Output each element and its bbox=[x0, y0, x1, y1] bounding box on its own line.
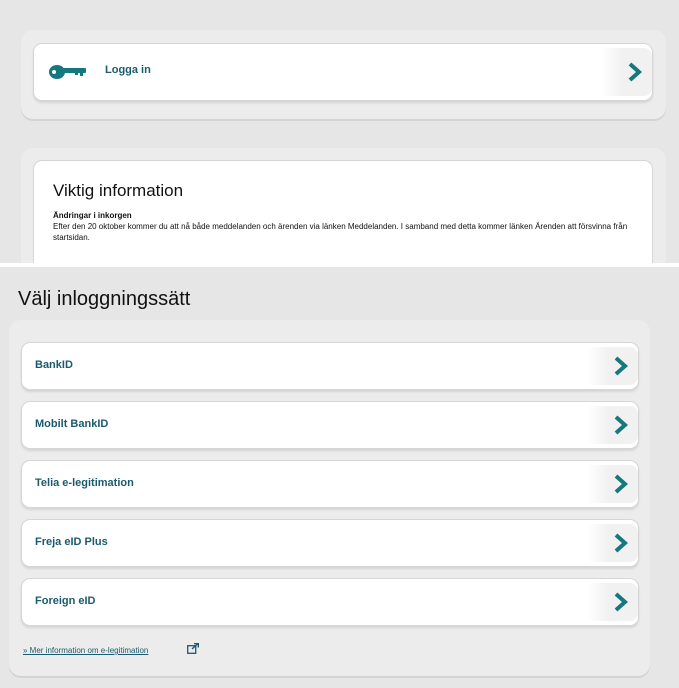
method-label: Foreign eID bbox=[35, 595, 96, 607]
login-arrow[interactable] bbox=[602, 48, 652, 96]
method-arrow[interactable] bbox=[588, 524, 638, 562]
method-foreign-eid[interactable]: Foreign eID bbox=[21, 578, 639, 626]
method-label: Telia e-legitimation bbox=[35, 477, 134, 489]
key-icon bbox=[49, 65, 86, 79]
method-bankid[interactable]: BankID bbox=[21, 342, 639, 390]
more-info-link[interactable]: » Mer information om e-legitimation bbox=[23, 646, 148, 655]
method-label: BankID bbox=[35, 359, 73, 371]
chevron-right-icon bbox=[614, 356, 628, 376]
login-button[interactable]: Logga in bbox=[33, 43, 653, 101]
login-label: Logga in bbox=[105, 64, 151, 76]
method-label: Mobilt BankID bbox=[35, 418, 109, 430]
external-link-icon bbox=[187, 643, 199, 654]
info-subtitle: Ändringar i inkorgen bbox=[53, 211, 132, 220]
chevron-right-icon bbox=[628, 62, 642, 82]
chevron-right-icon bbox=[614, 415, 628, 435]
method-arrow[interactable] bbox=[588, 583, 638, 621]
method-mobilt-bankid[interactable]: Mobilt BankID bbox=[21, 401, 639, 449]
method-arrow[interactable] bbox=[588, 465, 638, 503]
method-label: Freja eID Plus bbox=[35, 536, 108, 548]
method-arrow[interactable] bbox=[588, 347, 638, 385]
section-title: Välj inloggningssätt bbox=[18, 288, 191, 310]
method-arrow[interactable] bbox=[588, 406, 638, 444]
info-title: Viktig information bbox=[53, 181, 184, 200]
chevron-right-icon bbox=[614, 474, 628, 494]
method-telia[interactable]: Telia e-legitimation bbox=[21, 460, 639, 508]
info-body: Efter den 20 oktober kommer du att nå bå… bbox=[53, 222, 628, 242]
chevron-right-icon bbox=[614, 533, 628, 553]
info-card: Viktig information Ändringar i inkorgen … bbox=[33, 160, 653, 264]
method-freja[interactable]: Freja eID Plus bbox=[21, 519, 639, 567]
chevron-right-icon bbox=[614, 592, 628, 612]
